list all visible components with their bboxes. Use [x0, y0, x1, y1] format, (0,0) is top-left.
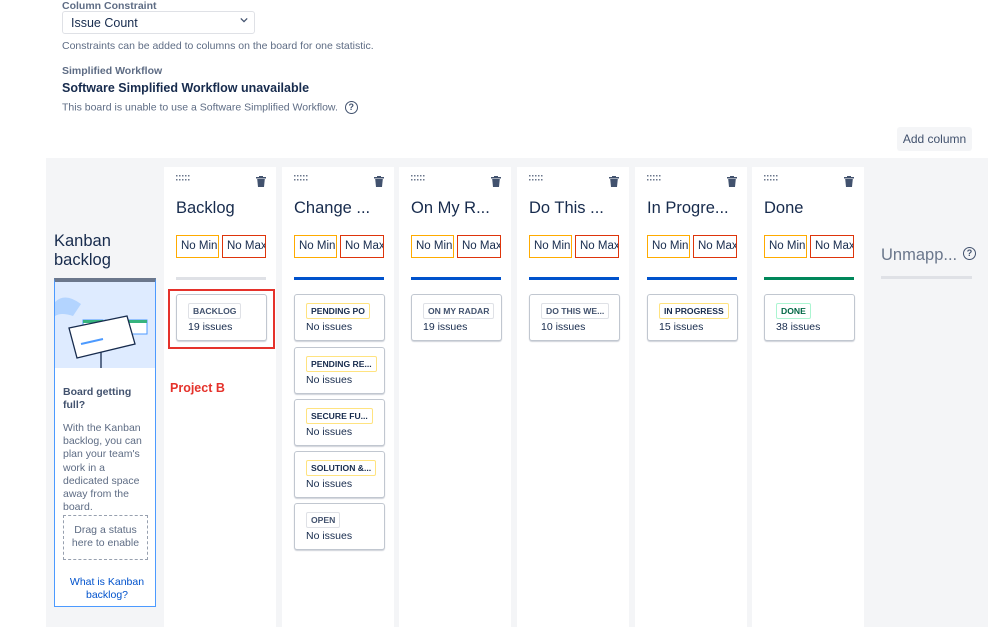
status-issue-count: No issues: [306, 374, 353, 386]
column-status-bar: [764, 277, 854, 280]
column-title[interactable]: Do This ...: [529, 199, 604, 218]
board-column[interactable]: Do This ... No Min No Max DO THIS WE... 10 i…: [517, 167, 629, 627]
status-card[interactable]: DONE 38 issues: [764, 294, 855, 341]
kanban-illustration: [55, 282, 155, 368]
drag-handle-icon[interactable]: [176, 175, 190, 183]
column-title[interactable]: Change ...: [294, 199, 370, 218]
trash-icon[interactable]: [727, 176, 737, 187]
drag-handle-icon[interactable]: [294, 175, 308, 183]
status-card[interactable]: PENDING RE... No issues: [294, 347, 385, 394]
board-column[interactable]: Change ... No Min No Max PENDING PO No issue…: [282, 167, 394, 627]
drag-handle-icon[interactable]: [647, 175, 661, 183]
annotation-highlight-box: [168, 289, 275, 349]
column-max-input[interactable]: No Max: [575, 235, 619, 258]
column-max-input[interactable]: No Max: [222, 235, 266, 258]
status-lozenge: PENDING RE...: [306, 356, 377, 372]
column-title[interactable]: On My R...: [411, 199, 490, 218]
column-constraint-select[interactable]: Issue Count: [62, 11, 255, 34]
column-max-input[interactable]: No Max: [810, 235, 854, 258]
column-min-input[interactable]: No Min: [647, 235, 690, 258]
status-issue-count: 19 issues: [423, 321, 468, 333]
board-column[interactable]: On My R... No Min No Max ON MY RADAR 19 issu…: [399, 167, 511, 627]
column-max-input[interactable]: No Max: [457, 235, 501, 258]
trash-icon[interactable]: [256, 176, 266, 187]
column-status-bar: [411, 277, 501, 280]
drag-handle-icon[interactable]: [764, 175, 778, 183]
column-title[interactable]: In Progre...: [647, 199, 729, 218]
status-card[interactable]: ON MY RADAR 19 issues: [411, 294, 502, 341]
help-icon[interactable]: ?: [344, 101, 358, 114]
add-column-button[interactable]: Add column: [897, 127, 972, 151]
annotation-label: Project B: [170, 381, 225, 395]
chevron-down-icon: [240, 17, 248, 23]
unmapped-column-bar: [881, 276, 972, 279]
column-status-bar: [176, 277, 266, 280]
status-card[interactable]: SECURE FU... No issues: [294, 399, 385, 446]
status-issue-count: No issues: [306, 321, 353, 333]
column-status-bar: [647, 277, 737, 280]
board-column[interactable]: Done No Min No Max DONE 38 issues: [752, 167, 864, 627]
status-lozenge: PENDING PO: [306, 303, 370, 319]
status-lozenge: IN PROGRESS: [659, 303, 729, 319]
column-min-input[interactable]: No Min: [529, 235, 572, 258]
kanban-backlog-link[interactable]: What is Kanban backlog?: [63, 576, 151, 602]
status-issue-count: 15 issues: [659, 321, 704, 333]
unmapped-help-icon[interactable]: ?: [963, 247, 976, 260]
kanban-backlog-body-title: Board getting full?: [63, 386, 132, 411]
simplified-workflow-title: Software Simplified Workflow unavailable: [62, 81, 310, 95]
column-min-input[interactable]: No Min: [411, 235, 454, 258]
status-card[interactable]: OPEN No issues: [294, 503, 385, 550]
status-card[interactable]: PENDING PO No issues: [294, 294, 385, 341]
column-title[interactable]: Backlog: [176, 199, 235, 218]
column-status-bar: [529, 277, 619, 280]
kanban-backlog-title: Kanban backlog: [54, 232, 111, 269]
simplified-workflow-helper: This board is unable to use a Software S…: [62, 101, 358, 114]
kanban-backlog-panel: Kanban backlog Board getting full? With …: [54, 232, 156, 607]
trash-icon[interactable]: [844, 176, 854, 187]
status-issue-count: No issues: [306, 426, 353, 438]
page-scrollbar[interactable]: [991, 75, 998, 627]
status-lozenge: DO THIS WE...: [541, 303, 610, 319]
status-card[interactable]: IN PROGRESS 15 issues: [647, 294, 738, 341]
board-illustration-icon: [55, 282, 155, 368]
column-min-input[interactable]: No Min: [294, 235, 337, 258]
status-lozenge: ON MY RADAR: [423, 303, 495, 319]
status-issue-count: No issues: [306, 530, 353, 542]
unmapped-column-title: Unmapp...: [881, 246, 958, 264]
status-card[interactable]: DO THIS WE... 10 issues: [529, 294, 620, 341]
status-card[interactable]: SOLUTION &... No issues: [294, 451, 385, 498]
drag-handle-icon[interactable]: [411, 175, 425, 183]
status-lozenge: OPEN: [306, 512, 341, 528]
simplified-workflow-helper-text: This board is unable to use a Software S…: [62, 101, 338, 114]
status-issue-count: 38 issues: [776, 321, 821, 333]
column-max-input[interactable]: No Max: [340, 235, 384, 258]
kanban-backlog-drop-zone[interactable]: Drag a status here to enable: [63, 515, 148, 560]
trash-icon[interactable]: [609, 176, 619, 187]
board-column[interactable]: Backlog No Min No Max BACKLOG 19 issues: [164, 167, 276, 627]
column-max-input[interactable]: No Max: [693, 235, 737, 258]
status-lozenge: SOLUTION &...: [306, 460, 377, 476]
status-lozenge: DONE: [776, 303, 811, 319]
column-title[interactable]: Done: [764, 199, 803, 218]
kanban-backlog-body-text: With the Kanban backlog, you can plan yo…: [63, 422, 142, 514]
constraint-helper-text: Constraints can be added to columns on t…: [62, 40, 374, 52]
board-column[interactable]: In Progre... No Min No Max IN PROGRESS 15 is…: [635, 167, 747, 627]
trash-icon[interactable]: [374, 176, 384, 187]
drag-handle-icon[interactable]: [529, 175, 543, 183]
trash-icon[interactable]: [491, 176, 501, 187]
simplified-workflow-label: Simplified Workflow: [62, 65, 163, 77]
column-min-input[interactable]: No Min: [176, 235, 219, 258]
status-issue-count: 10 issues: [541, 321, 586, 333]
kanban-backlog-card: Board getting full? With the Kanban back…: [54, 278, 156, 607]
column-constraint-value: Issue Count: [71, 16, 138, 30]
status-lozenge: SECURE FU...: [306, 408, 373, 424]
column-status-bar: [294, 277, 384, 280]
status-issue-count: No issues: [306, 478, 353, 490]
column-min-input[interactable]: No Min: [764, 235, 807, 258]
